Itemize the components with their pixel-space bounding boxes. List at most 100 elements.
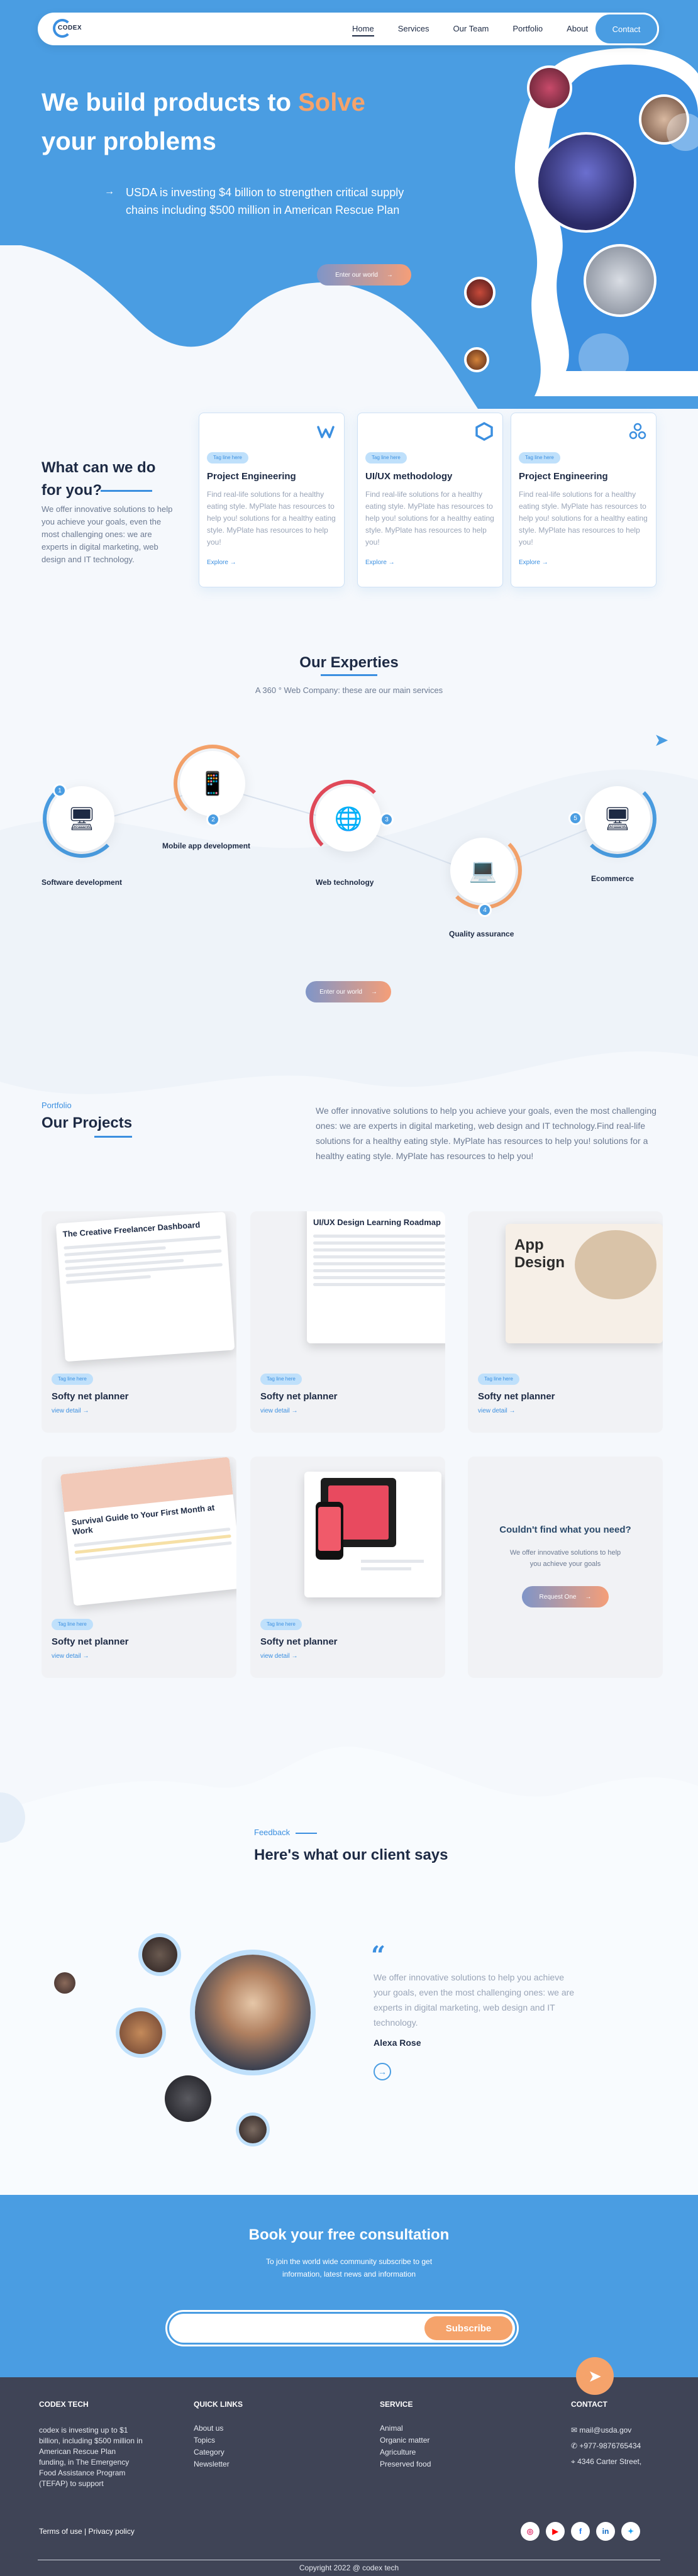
subscribe-button[interactable]: Subscribe xyxy=(424,2316,512,2340)
project-card-1[interactable]: The Creative Freelancer Dashboard Tag li… xyxy=(42,1211,236,1433)
logo-text: CODEX xyxy=(58,25,82,31)
subscribe-input[interactable]: Subscribe xyxy=(167,2312,517,2345)
project-screenshot xyxy=(304,1472,441,1597)
projects-eyebrow: Portfolio xyxy=(42,1101,72,1110)
service-title: Project Engineering xyxy=(519,471,608,482)
view-label: view detail xyxy=(52,1407,81,1414)
service-title: Project Engineering xyxy=(207,471,296,482)
request-one-button[interactable]: Request One → xyxy=(522,1586,609,1607)
footer-link[interactable]: Animal xyxy=(380,2423,431,2434)
footer-link[interactable]: About us xyxy=(194,2423,230,2434)
hero-photo-4 xyxy=(464,277,496,308)
footer-link[interactable]: Agriculture xyxy=(380,2446,431,2458)
client-avatar[interactable] xyxy=(239,2116,267,2143)
footer-link[interactable]: Organic matter xyxy=(380,2434,431,2446)
view-label: view detail xyxy=(260,1407,290,1414)
paper-plane-icon: ➤ xyxy=(588,2366,602,2385)
client-avatar[interactable] xyxy=(119,2011,162,2054)
footer-copyright: Copyright 2022 @ codex tech xyxy=(299,2563,399,2572)
youtube-icon[interactable]: ▶ xyxy=(546,2522,565,2541)
footer-link[interactable]: Topics xyxy=(194,2434,230,2446)
nav-link-team[interactable]: Our Team xyxy=(453,24,489,36)
nav-links: Home Services Our Team Portfolio About xyxy=(352,24,588,36)
project-card-5[interactable]: Tag line here Softy net planner view det… xyxy=(250,1457,445,1678)
service-card-1[interactable]: Tag line here Project Engineering Find r… xyxy=(199,413,345,587)
next-arrow-button[interactable]: → xyxy=(374,2063,391,2080)
footer-contact-phone[interactable]: ✆ +977-9876765434 xyxy=(571,2438,641,2454)
hero-title-highlight: Solve xyxy=(298,89,365,116)
project-name: Softy net planner xyxy=(52,1636,129,1647)
service-card-3[interactable]: Tag line here Project Engineering Find r… xyxy=(511,413,656,587)
client-avatar[interactable] xyxy=(142,1937,177,1972)
project-card-2[interactable]: UI/UX Design Learning Roadmap Tag line h… xyxy=(250,1211,445,1433)
service-explore-link[interactable]: Explore → xyxy=(207,559,236,566)
hero-subtitle: USDA is investing $4 billion to strength… xyxy=(126,186,404,216)
service-tag: Tag line here xyxy=(519,452,560,464)
w-logo-icon xyxy=(316,422,335,441)
project-screenshot-title: UI/UX Design Learning Roadmap xyxy=(313,1218,441,1227)
quality-assurance-circle[interactable]: 💻 xyxy=(450,838,516,903)
hexagon-icon xyxy=(475,422,494,441)
footer-terms[interactable]: Terms of use | Privacy policy xyxy=(39,2527,135,2536)
monitor-code-icon: 🖥 xyxy=(67,806,96,831)
expertise-enter-button[interactable]: Enter our world → xyxy=(306,981,391,1002)
consultation-title: Book your free consultation xyxy=(248,2226,450,2243)
project-card-4[interactable]: Survival Guide to Your First Month at Wo… xyxy=(42,1457,236,1678)
nav-link-services[interactable]: Services xyxy=(398,24,429,36)
expertise-number: 5 xyxy=(568,811,582,825)
project-name: Softy net planner xyxy=(478,1391,555,1402)
project-tag: Tag line here xyxy=(260,1374,302,1385)
service-explore-link[interactable]: Explore → xyxy=(519,559,548,566)
project-view-link[interactable]: view detail → xyxy=(260,1407,297,1414)
project-tag: Tag line here xyxy=(52,1619,93,1630)
service-card-2[interactable]: Tag line here UI/UX methodology Find rea… xyxy=(357,413,503,587)
footer-brand-text: codex is investing up to $1 billion, inc… xyxy=(39,2426,143,2488)
logo[interactable]: CODEX xyxy=(53,19,82,39)
hero-photo-main xyxy=(536,132,636,233)
contact-button[interactable]: Contact xyxy=(594,13,659,45)
footer-contact-email[interactable]: ✉ mail@usda.gov xyxy=(571,2423,641,2438)
footer-service-title: SERVICE xyxy=(380,2400,413,2409)
project-card-3[interactable]: App Design Tag line here Softy net plann… xyxy=(468,1211,663,1433)
client-avatar[interactable] xyxy=(165,2075,211,2122)
consultation-text: To join the world wide community subscri… xyxy=(265,2257,433,2279)
client-avatar[interactable] xyxy=(54,1972,75,1994)
footer-link[interactable]: Category xyxy=(194,2446,230,2458)
nav-link-portfolio[interactable]: Portfolio xyxy=(512,24,543,36)
expertise-subtitle: A 360 ° Web Company: these are our main … xyxy=(255,686,443,695)
hero-enter-label: Enter our world xyxy=(335,271,378,279)
service-tag: Tag line here xyxy=(365,452,407,464)
view-label: view detail xyxy=(478,1407,507,1414)
expertise-number: 4 xyxy=(478,903,492,917)
hero-enter-button[interactable]: Enter our world → xyxy=(317,264,411,286)
expertise-number: 3 xyxy=(380,813,394,826)
service-explore-link[interactable]: Explore → xyxy=(365,559,395,566)
service-text: Find real-life solutions for a healthy e… xyxy=(365,490,494,547)
hero-bubble-2 xyxy=(579,333,629,384)
ecommerce-circle[interactable]: 🖥 xyxy=(585,786,650,852)
expertise-number: 1 xyxy=(53,784,67,797)
project-screenshot: The Creative Freelancer Dashboard xyxy=(55,1211,235,1362)
view-label: view detail xyxy=(52,1653,81,1660)
footer-link[interactable]: Newsletter xyxy=(194,2458,230,2470)
instagram-icon[interactable]: ◎ xyxy=(521,2522,540,2541)
service-text: Find real-life solutions for a healthy e… xyxy=(207,490,336,547)
project-view-link[interactable]: view detail → xyxy=(52,1653,89,1660)
nav-link-home[interactable]: Home xyxy=(352,24,374,36)
project-view-link[interactable]: view detail → xyxy=(478,1407,515,1414)
paper-plane-button[interactable]: ➤ xyxy=(576,2357,614,2395)
footer-brand: CODEX TECH xyxy=(39,2400,89,2409)
mobile-app-circle[interactable]: 📱 xyxy=(180,751,245,816)
twitter-icon[interactable]: ✦ xyxy=(621,2522,640,2541)
project-view-link[interactable]: view detail → xyxy=(260,1653,297,1660)
client-avatar-main xyxy=(195,1955,311,2070)
web-tech-circle[interactable]: 🌐 xyxy=(316,786,381,852)
footer-link[interactable]: Preserved food xyxy=(380,2458,431,2470)
linkedin-icon[interactable]: in xyxy=(596,2522,615,2541)
request-one-label: Request One xyxy=(539,1593,577,1601)
project-name: Softy net planner xyxy=(260,1636,338,1647)
facebook-icon[interactable]: f xyxy=(571,2522,590,2541)
project-view-link[interactable]: view detail → xyxy=(52,1407,89,1414)
consultation-section: Book your free consultation To join the … xyxy=(0,2195,698,2377)
nav-link-about[interactable]: About xyxy=(567,24,588,36)
